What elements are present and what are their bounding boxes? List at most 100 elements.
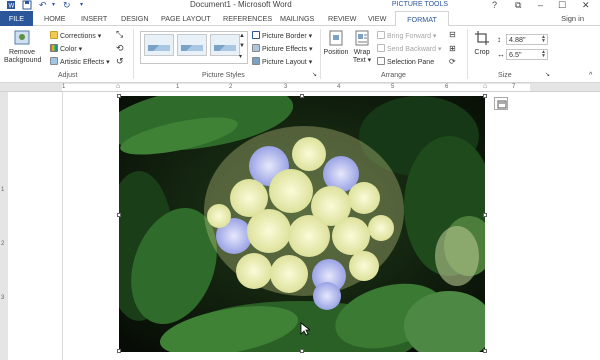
rotate-icon[interactable]: ⟳ (449, 57, 456, 66)
resize-handle-top-left[interactable] (117, 94, 121, 98)
tab-format[interactable]: FORMAT (395, 11, 449, 27)
indent-marker-icon[interactable]: ⌂ (116, 83, 120, 91)
maximize-button[interactable]: ☐ (558, 0, 566, 10)
wrap-text-label-2: Text ▾ (352, 57, 372, 64)
corrections-button[interactable]: Corrections ▾ (50, 31, 101, 41)
color-label: Color ▾ (60, 46, 83, 53)
picture-effects-icon (252, 44, 260, 52)
picture-layout-button[interactable]: Picture Layout ▾ (252, 57, 312, 67)
undo-icon[interactable]: ↶ (39, 0, 47, 10)
ribbon-display-options-button[interactable]: ⧉ (515, 0, 521, 10)
horizontal-ruler[interactable]: 1 1 2 3 4 5 6 7 ⌂ ⌂ (0, 83, 600, 92)
width-input[interactable]: 6.5" ▲ ▼ (506, 49, 548, 60)
tab-design[interactable]: DESIGN (115, 11, 155, 26)
resize-handle-right[interactable] (483, 213, 487, 217)
resize-handle-bottom-right[interactable] (483, 349, 487, 353)
tab-mailings[interactable]: MAILINGS (274, 11, 320, 26)
tab-references[interactable]: REFERENCES (217, 11, 278, 26)
group-divider (320, 29, 321, 79)
vruler-number: 1 (1, 187, 5, 193)
wrap-text-button[interactable]: Wrap Text ▾ (350, 30, 374, 65)
resize-handle-top-right[interactable] (483, 94, 487, 98)
picture-style-2[interactable] (177, 34, 207, 56)
resize-handle-left[interactable] (117, 213, 121, 217)
vruler-number: 3 (1, 295, 5, 301)
hydrangea-photo (119, 96, 485, 352)
ruler-number: 7 (512, 84, 516, 90)
tab-review[interactable]: REVIEW (322, 11, 362, 26)
picture-border-label: Picture Border ▾ (262, 33, 313, 40)
artistic-effects-button[interactable]: Artistic Effects ▾ (50, 57, 110, 67)
resize-handle-bottom-left[interactable] (117, 349, 121, 353)
redo-icon[interactable]: ↻ (63, 0, 71, 10)
send-backward-button[interactable]: Send Backward ▾ (377, 44, 442, 54)
help-button[interactable]: ? (492, 0, 497, 10)
gallery-scroll-down-icon[interactable]: ▼ (239, 42, 245, 51)
height-value: 4.88" (509, 35, 526, 44)
picture-effects-button[interactable]: Picture Effects ▾ (252, 44, 312, 54)
tab-home[interactable]: HOME (38, 11, 72, 26)
picture-border-button[interactable]: Picture Border ▾ (252, 31, 312, 41)
layout-options-icon (497, 100, 507, 109)
bring-forward-label: Bring Forward ▾ (387, 33, 437, 40)
reset-picture-icon[interactable]: ↺ (116, 57, 124, 66)
height-icon: ↕ (497, 35, 501, 44)
adjust-group-label: Adjust (58, 72, 78, 79)
compress-pictures-icon[interactable]: ⤡ (116, 30, 123, 39)
resize-handle-top[interactable] (300, 94, 304, 98)
position-button[interactable]: Position (322, 30, 350, 57)
size-launcher-icon[interactable]: ↘ (545, 71, 550, 80)
bring-forward-button[interactable]: Bring Forward ▾ (377, 31, 436, 41)
tab-insert[interactable]: INSERT (75, 11, 113, 26)
picture-styles-group-label: Picture Styles (202, 72, 245, 79)
gallery-scroll-up-icon[interactable]: ▲ (239, 32, 245, 41)
ruler-number: 2 (229, 84, 233, 90)
group-icon[interactable]: ⊞ (449, 44, 456, 53)
ruler-number: 4 (337, 84, 341, 90)
width-value: 6.5" (509, 50, 522, 59)
vertical-ruler[interactable]: 1 2 3 (0, 92, 8, 360)
selection-pane-icon (377, 57, 385, 65)
collapse-ribbon-icon[interactable]: ^ (589, 71, 592, 80)
position-label: Position (323, 49, 349, 56)
undo-dropdown-icon[interactable]: ▾ (52, 0, 55, 10)
minimize-button[interactable]: – (538, 0, 543, 10)
color-button[interactable]: Color ▾ (50, 44, 82, 54)
align-icon[interactable]: ⊟ (449, 30, 456, 39)
remove-background-icon (14, 30, 30, 45)
artistic-effects-icon (50, 57, 58, 65)
wrap-text-label-1: Wrap (353, 49, 371, 56)
position-icon (329, 30, 343, 46)
width-spinner-icon[interactable]: ▲ ▼ (541, 50, 546, 59)
ribbon: Remove Background Corrections ▾ Color ▾ … (0, 26, 600, 83)
sign-in-link[interactable]: Sign in (561, 11, 584, 26)
wrap-text-icon (355, 30, 369, 46)
height-input[interactable]: 4.88" ▲ ▼ (506, 34, 548, 45)
close-button[interactable]: ✕ (582, 0, 590, 10)
tab-page-layout[interactable]: PAGE LAYOUT (155, 11, 217, 26)
height-spinner-icon[interactable]: ▲ ▼ (541, 35, 546, 44)
tab-file[interactable]: FILE (0, 11, 33, 26)
svg-text:W: W (9, 4, 15, 10)
picture-style-1[interactable] (144, 34, 174, 56)
layout-options-button[interactable] (494, 97, 508, 110)
send-backward-icon (377, 44, 385, 52)
picture-layout-label: Picture Layout ▾ (262, 59, 313, 66)
resize-handle-bottom[interactable] (300, 349, 304, 353)
right-indent-marker-icon[interactable]: ⌂ (483, 83, 487, 91)
selection-pane-button[interactable]: Selection Pane (377, 57, 434, 67)
width-icon: ↔ (497, 50, 505, 59)
tab-view[interactable]: VIEW (362, 11, 392, 26)
picture-styles-launcher-icon[interactable]: ↘ (312, 71, 317, 80)
ruler-number: 1 (62, 84, 66, 90)
gallery-more-icon[interactable]: ▾ (239, 53, 242, 62)
selected-picture[interactable] (119, 96, 485, 352)
picture-tools-label: PICTURE TOOLS (388, 0, 452, 11)
remove-background-button[interactable]: Remove Background (4, 30, 41, 65)
customize-qat-icon[interactable]: ▾ (80, 0, 83, 10)
change-picture-icon[interactable]: ⟲ (116, 44, 124, 53)
crop-button[interactable]: Crop (470, 30, 494, 57)
save-icon[interactable] (22, 0, 32, 10)
picture-style-3[interactable] (210, 34, 240, 56)
picture-border-icon (252, 31, 260, 39)
